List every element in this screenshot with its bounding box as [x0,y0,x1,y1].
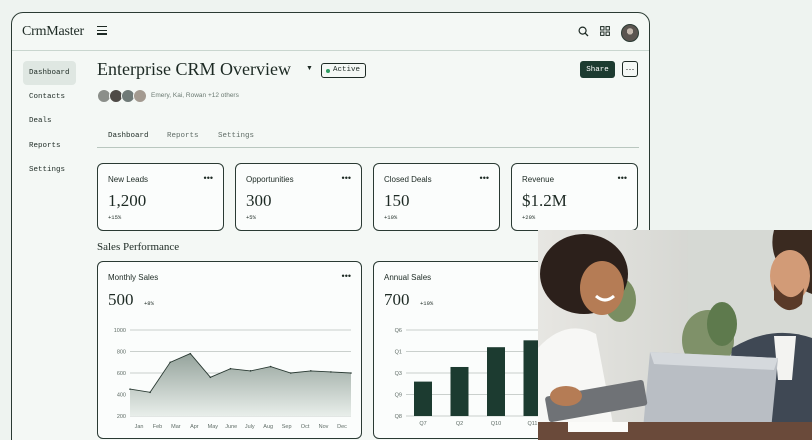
x-tick-label: Mar [171,424,181,430]
y-tick-label: 600 [117,371,126,377]
sidebar-item-contacts[interactable]: Contacts [23,85,76,109]
page-title: Enterprise CRM Overview [97,59,291,79]
data-point [249,370,252,372]
data-point [289,372,292,374]
status-label: Active [333,66,361,74]
data-point [209,376,212,379]
monthly-sales-card: Monthly Sales ••• 500 +8% 1000 800 600 400 2… [97,261,362,439]
stat-card-revenue[interactable]: Revenue ••• $1.2M +20% [511,163,638,231]
avatar [133,89,147,103]
bar [487,347,505,416]
stat-change: +20% [522,214,536,221]
more-icon[interactable]: ••• [204,173,213,183]
y-tick-label: Q3 [395,371,402,377]
stat-label: New Leads [108,175,149,184]
x-tick-label: Q2 [456,421,463,427]
stat-value: 300 [246,191,272,210]
bar [414,381,432,416]
menu-icon[interactable] [97,26,107,35]
stat-change: +5% [246,214,256,221]
stat-label: Opportunities [246,175,294,184]
search-icon[interactable] [578,26,589,37]
monthly-sales-change: +8% [144,300,154,307]
chart-title: Annual Sales [384,273,432,282]
x-tick-label: July [245,424,255,430]
x-tick-label: Q7 [419,421,426,427]
tab-settings[interactable]: Settings [218,132,254,140]
sidebar: Dashboard Contacts Deals Reports Setting… [23,61,76,182]
bar [450,366,469,416]
y-tick-label: Q8 [395,414,402,420]
sidebar-item-reports[interactable]: Reports [23,134,76,158]
x-tick-label: Dec [337,424,347,430]
chevron-down-icon[interactable]: ▼ [306,65,313,72]
team-photo [538,230,812,440]
stat-value: 150 [384,191,410,210]
stat-card-new-leads[interactable]: New Leads ••• 1,200 +15% [97,163,224,231]
tab-bar: Dashboard Reports Settings [97,131,639,148]
stat-card-closed-deals[interactable]: Closed Deals ••• 150 +10% [373,163,500,231]
data-point [350,372,352,374]
y-tick-label: 800 [117,350,126,356]
more-icon[interactable]: ••• [342,271,351,281]
x-tick-label: Aug [263,424,273,430]
sidebar-item-deals[interactable]: Deals [23,109,76,133]
y-tick-label: 200 [117,414,126,420]
x-tick-label: Q11 [528,421,538,427]
apps-grid-icon[interactable] [600,26,610,36]
more-icon[interactable]: ••• [342,173,351,183]
data-point [330,371,332,373]
x-tick-label: Oct [301,424,310,430]
x-tick-label: June [225,424,237,430]
data-point [189,352,192,355]
stat-value: $1.2M [522,191,567,210]
annual-sales-change: +10% [420,300,434,307]
sidebar-item-settings[interactable]: Settings [23,158,76,182]
more-icon[interactable]: ••• [480,173,489,183]
status-dot-icon [326,69,330,73]
data-point [229,367,232,370]
tab-dashboard[interactable]: Dashboard [108,132,149,140]
y-tick-label: Q6 [395,328,402,334]
status-badge: Active [321,63,367,78]
annual-sales-value: 700 [384,290,410,309]
data-point [269,365,272,368]
section-title: Sales Performance [97,241,180,253]
more-options-button[interactable]: ··· [622,61,638,77]
more-icon[interactable]: ••• [618,173,627,183]
collaborators-label: Emery, Kai, Rowan +12 others [151,92,239,99]
sidebar-item-dashboard[interactable]: Dashboard [23,61,76,85]
data-point [169,361,171,364]
x-tick-label: Feb [153,424,162,430]
share-button[interactable]: Share [580,61,615,78]
stat-label: Closed Deals [384,175,432,184]
tab-reports[interactable]: Reports [167,132,199,140]
x-tick-label: Nov [319,424,329,430]
y-tick-label: Q9 [395,393,402,399]
stat-label: Revenue [522,175,555,184]
user-avatar[interactable] [621,24,639,42]
stat-change: +10% [384,214,398,221]
data-point [149,391,151,394]
x-tick-label: May [208,424,219,430]
chart-title: Monthly Sales [108,273,159,282]
app-logo[interactable]: CrmMaster [22,24,84,40]
y-tick-label: 1000 [114,328,126,334]
area-fill [130,353,351,416]
top-bar: CrmMaster [12,13,649,51]
x-tick-label: Q10 [491,421,501,427]
x-tick-label: Sep [282,424,292,430]
x-tick-label: Jan [135,424,144,430]
data-point [310,370,312,372]
y-tick-label: Q1 [395,350,402,356]
x-tick-label: Apr [190,424,199,430]
stat-change: +15% [108,214,122,221]
stat-card-opportunities[interactable]: Opportunities ••• 300 +5% [235,163,362,231]
monthly-sales-value: 500 [108,290,134,309]
y-tick-label: 400 [117,393,126,399]
stat-value: 1,200 [108,191,147,210]
monthly-sales-chart: 1000 800 600 400 200 Jan Feb Mar Apr May June July A… [114,328,352,430]
data-point [129,388,131,390]
